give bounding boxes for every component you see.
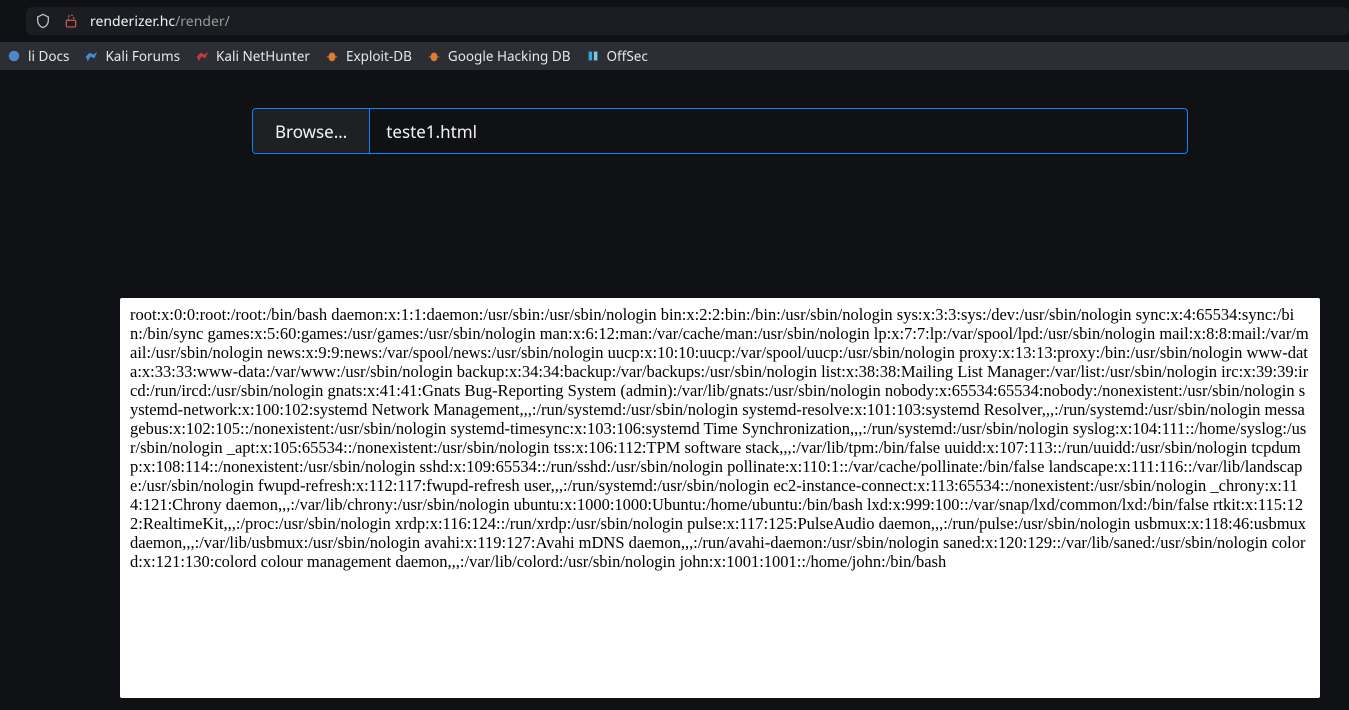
shield-icon[interactable] (34, 12, 52, 30)
bookmark-label: Kali NetHunter (216, 47, 310, 65)
lock-icon[interactable] (62, 12, 80, 30)
url-bar-container: renderizer.hc/render/ (0, 6, 1349, 36)
bookmark-label: Exploit-DB (346, 47, 412, 65)
dragon-icon (194, 48, 210, 64)
bug-icon (324, 48, 340, 64)
output-panel: root:x:0:0:root:/root:/bin/bash daemon:x… (120, 298, 1320, 698)
bookmark-icon (6, 48, 22, 64)
bookmark-item-docs[interactable]: li Docs (6, 47, 69, 65)
url-path: /render/ (175, 12, 230, 31)
bookmark-item-forums[interactable]: Kali Forums (83, 47, 180, 65)
bookmark-label: li Docs (28, 47, 69, 65)
dragon-icon (83, 48, 99, 64)
bookmark-label: OffSec (607, 47, 648, 65)
bookmark-item-nethunter[interactable]: Kali NetHunter (194, 47, 310, 65)
bookmark-item-exploitdb[interactable]: Exploit-DB (324, 47, 412, 65)
url-bar[interactable]: renderizer.hc/render/ (26, 7, 1349, 35)
page-content: Browse… teste1.html root:x:0:0:root:/roo… (0, 70, 1349, 710)
bug-icon (426, 48, 442, 64)
bookmark-item-offsec[interactable]: OffSec (585, 47, 648, 65)
browse-button[interactable]: Browse… (253, 109, 370, 153)
offsec-icon (585, 48, 601, 64)
bookmark-item-ghdb[interactable]: Google Hacking DB (426, 47, 571, 65)
bookmark-label: Kali Forums (105, 47, 180, 65)
passwd-dump-text: root:x:0:0:root:/root:/bin/bash daemon:x… (130, 305, 1309, 571)
url-text[interactable]: renderizer.hc/render/ (90, 12, 230, 31)
file-upload-field[interactable]: Browse… teste1.html (252, 108, 1188, 154)
bookmarks-bar: li Docs Kali Forums Kali NetHunter Explo… (0, 42, 1349, 70)
selected-file-name[interactable]: teste1.html (370, 109, 1187, 153)
url-host: renderizer.hc (90, 12, 175, 31)
bookmark-label: Google Hacking DB (448, 47, 571, 65)
